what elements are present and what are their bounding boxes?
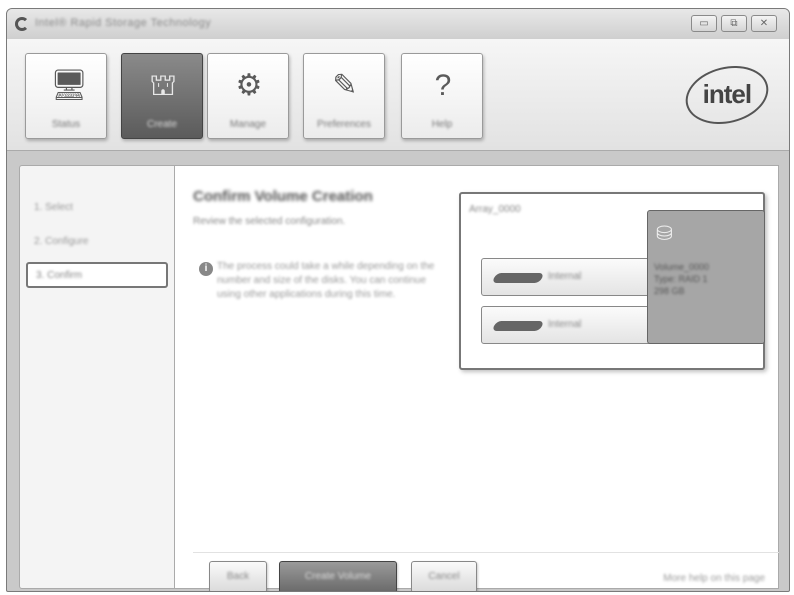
step-configure-label: 2. Configure <box>34 236 89 247</box>
volume-box: ⛁ Volume_0000 Type: RAID 1 298 GB <box>647 210 765 344</box>
wizard-steps-sidebar: 1. Select 2. Configure 3. Confirm <box>19 165 175 589</box>
back-button-label: Back <box>226 571 250 582</box>
toolbar-preferences-button[interactable]: ✎ Preferences <box>303 53 385 139</box>
disk-item: Internal <box>481 258 661 296</box>
hard-disk-icon <box>491 273 545 283</box>
info-icon: i <box>199 262 213 276</box>
cancel-button-label: Cancel <box>428 571 460 582</box>
hard-disk-icon <box>491 321 545 331</box>
cancel-button[interactable]: Cancel <box>411 561 477 591</box>
volume-info: Volume_0000 Type: RAID 1 298 GB <box>654 261 754 297</box>
toolbar-manage-label: Manage <box>229 119 267 130</box>
window-title: Intel® Rapid Storage Technology <box>35 17 212 29</box>
close-button[interactable]: ✕ <box>751 15 777 32</box>
help-icon: ? <box>434 69 452 102</box>
toolbar-help-button[interactable]: ? Help <box>401 53 483 139</box>
step-configure[interactable]: 2. Configure <box>26 230 168 256</box>
wizard-footer: Back Create Volume Cancel More help on t… <box>193 552 779 591</box>
page-title: Confirm Volume Creation <box>193 188 373 205</box>
toolbar-help-label: Help <box>431 119 453 130</box>
create-volume-button[interactable]: Create Volume <box>279 561 397 591</box>
step-confirm-label: 3. Confirm <box>36 270 83 281</box>
main-toolbar: 🖥 Status ⛫ Create ⚙ Manage ✎ Preferences… <box>7 39 789 151</box>
step-select[interactable]: 1. Select <box>26 196 168 222</box>
app-icon <box>15 17 29 31</box>
step-confirm[interactable]: 3. Confirm <box>26 262 168 288</box>
main-content: Confirm Volume Creation Review the selec… <box>175 165 779 591</box>
intel-logo-text: intel <box>702 79 752 110</box>
gear-icon: ⚙ <box>235 69 263 102</box>
volume-size: 298 GB <box>654 286 685 296</box>
create-volume-button-label: Create Volume <box>304 571 372 582</box>
toolbar-manage-button[interactable]: ⚙ Manage <box>207 53 289 139</box>
intel-logo: intel <box>679 57 775 133</box>
volume-icon: ⛁ <box>656 223 673 245</box>
minimize-button[interactable]: ▭ <box>691 15 717 32</box>
toolbar-status-button[interactable]: 🖥 Status <box>25 53 107 139</box>
info-message: The process could take a while depending… <box>217 261 435 300</box>
monitor-icon: 🖥 <box>50 69 89 102</box>
toolbar-preferences-label: Preferences <box>317 119 371 130</box>
volume-name: Volume_0000 <box>654 262 710 272</box>
preferences-icon: ✎ <box>332 69 358 102</box>
volume-type: Type: RAID 1 <box>654 274 708 284</box>
disk-item: Internal <box>481 306 661 344</box>
back-button[interactable]: Back <box>209 561 267 591</box>
disk-name: Internal <box>548 271 582 282</box>
app-window: Intel® Rapid Storage Technology ▭ ⧉ ✕ 🖥 … <box>6 8 790 592</box>
maximize-button[interactable]: ⧉ <box>721 15 747 32</box>
toolbar-create-button[interactable]: ⛫ Create <box>121 53 203 139</box>
title-bar[interactable]: Intel® Rapid Storage Technology ▭ ⧉ ✕ <box>7 9 789 39</box>
page-subtitle: Review the selected configuration. <box>193 216 346 227</box>
disk-name: Internal <box>548 319 582 330</box>
step-select-label: 1. Select <box>34 202 73 213</box>
toolbar-status-label: Status <box>51 119 81 130</box>
create-volume-icon: ⛫ <box>149 69 177 102</box>
array-label: Array_0000 <box>469 204 521 215</box>
toolbar-create-label: Create <box>146 119 177 130</box>
more-help-link[interactable]: More help on this page <box>663 573 765 584</box>
volume-preview-panel: Array_0000 Internal Internal ⛁ Volume_00… <box>459 192 765 370</box>
